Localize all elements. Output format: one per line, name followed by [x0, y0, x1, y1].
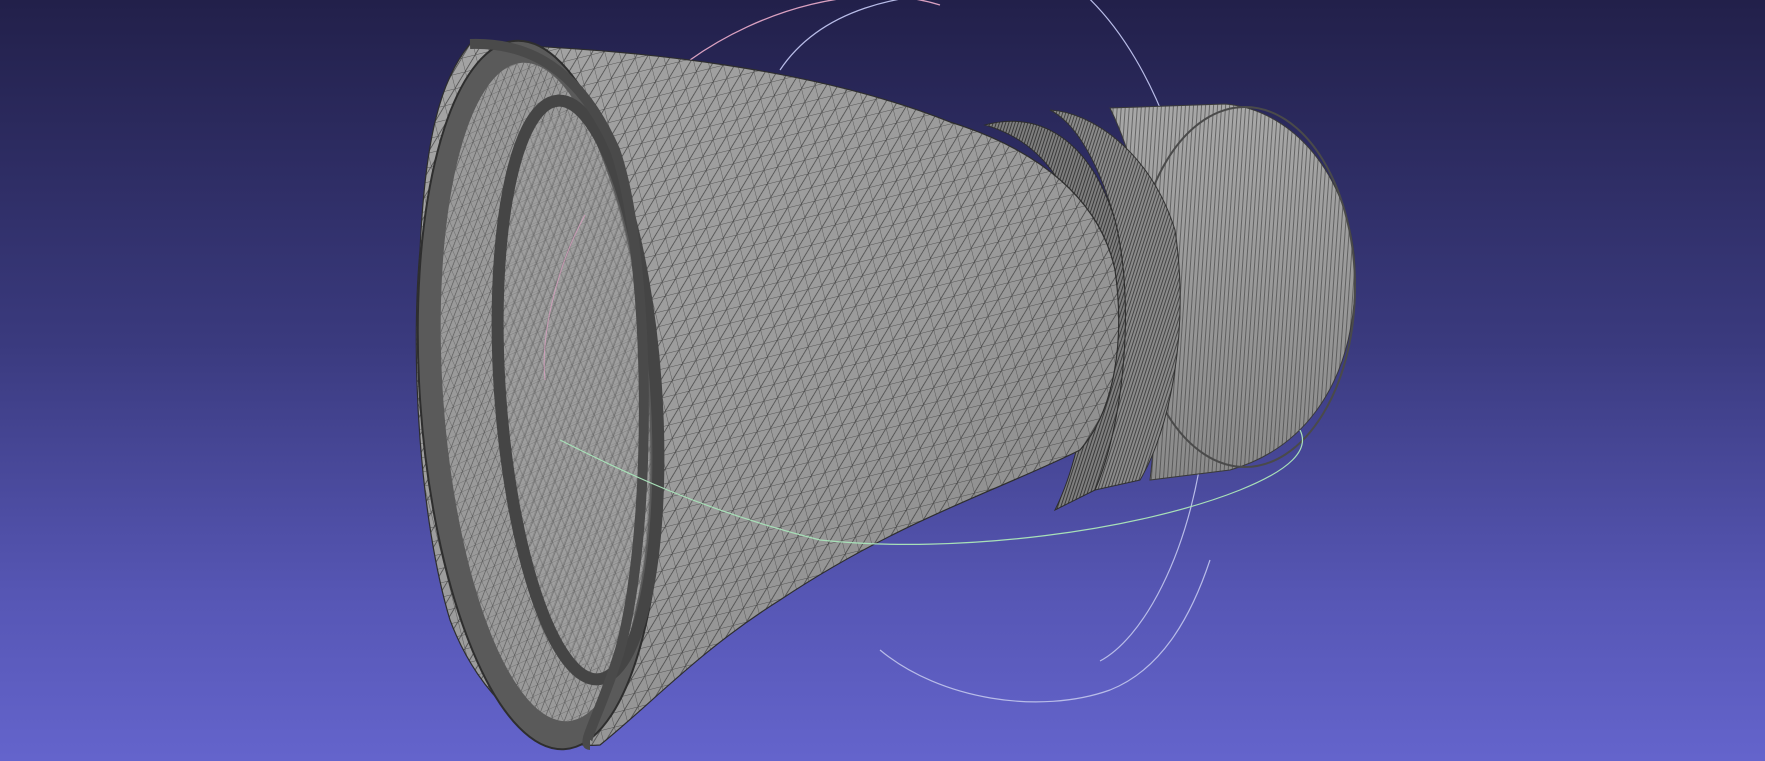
nozzle-bell[interactable] [396, 32, 1120, 757]
trackball-ring-red [689, 0, 941, 61]
trackball-ring-blue-bottom [879, 559, 1211, 703]
3d-viewport[interactable] [0, 0, 1765, 761]
scene-canvas[interactable] [0, 0, 1765, 761]
trackball-ring-blue-back [779, 0, 900, 71]
